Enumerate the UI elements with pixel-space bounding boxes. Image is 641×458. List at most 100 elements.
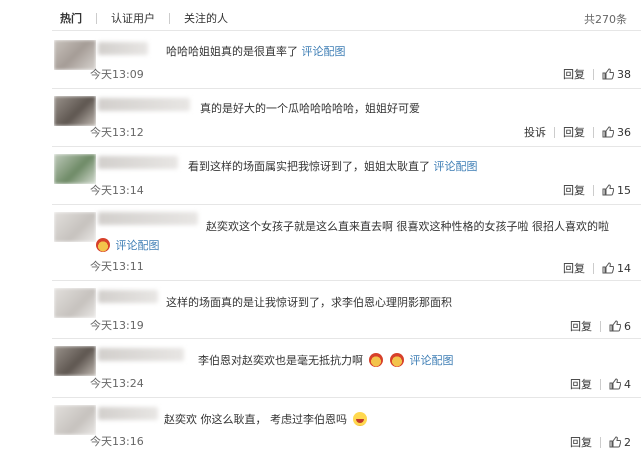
- divider: [52, 280, 641, 281]
- reply-button[interactable]: 回复: [570, 376, 592, 392]
- comment-body: 李伯恩对赵奕欢也是毫无抵抗力啊: [198, 354, 363, 367]
- action-divider: [600, 320, 601, 332]
- reply-button[interactable]: 回复: [570, 434, 592, 450]
- comment-body: 赵奕欢 你这么耿直， 考虑过李伯恩吗: [164, 413, 347, 426]
- comment-body: 哈哈哈姐姐真的是很直率了: [166, 45, 298, 58]
- comment-text: 赵奕欢这个女孩子就是这么直来直去啊 很喜欢这种性格的女孩子啦 很招人喜欢的啦: [206, 218, 609, 234]
- avatar[interactable]: [54, 154, 96, 184]
- avatar[interactable]: [54, 346, 96, 376]
- comment-item: 哈哈哈姐姐真的是很直率了 评论配图 今天13:09 回复 38: [52, 40, 641, 86]
- like-count: 6: [624, 319, 631, 333]
- comment-text: 李伯恩对赵奕欢也是毫无抵抗力啊 评论配图: [198, 352, 454, 368]
- comment-image-link[interactable]: 评论配图: [434, 160, 478, 173]
- comment-item: 真的是好大的一个瓜哈哈哈哈哈，姐姐好可爱 今天13:12 投诉 回复 36: [52, 96, 641, 144]
- comment-item: 赵奕欢这个女孩子就是这么直来直去啊 很喜欢这种性格的女孩子啦 很招人喜欢的啦 评…: [52, 210, 641, 276]
- comment-actions: 回复 6: [570, 318, 631, 334]
- action-divider: [554, 126, 555, 138]
- like-count: 38: [617, 67, 631, 81]
- reply-button[interactable]: 回复: [563, 182, 585, 198]
- thumbs-up-icon: [602, 126, 614, 138]
- action-divider: [600, 378, 601, 390]
- comment-time: 今天13:19: [90, 319, 144, 332]
- avatar[interactable]: [54, 288, 96, 318]
- action-divider: [593, 68, 594, 80]
- reply-button[interactable]: 回复: [563, 66, 585, 82]
- comment-item: 看到这样的场面属实把我惊讶到了，姐姐太耿直了 评论配图 今天13:14 回复 1…: [52, 154, 641, 200]
- comment-text: 这样的场面真的是让我惊讶到了，求李伯恩心理阴影那面积: [166, 294, 452, 310]
- comment-item: 这样的场面真的是让我惊讶到了，求李伯恩心理阴影那面积 今天13:19 回复 6: [52, 288, 641, 334]
- comment-actions: 回复 15: [563, 182, 631, 198]
- divider: [52, 88, 641, 89]
- comment-image-link[interactable]: 评论配图: [410, 354, 454, 367]
- comment-time: 今天13:12: [90, 126, 144, 139]
- action-divider: [600, 436, 601, 448]
- emoji-icon: [96, 238, 110, 252]
- thumbs-up-icon: [609, 436, 621, 448]
- comment-body: 赵奕欢这个女孩子就是这么直来直去啊 很喜欢这种性格的女孩子啦 很招人喜欢的啦: [206, 220, 609, 233]
- like-button[interactable]: 15: [602, 184, 631, 197]
- comment-actions: 回复 38: [563, 66, 631, 82]
- comment-text: 看到这样的场面属实把我惊讶到了，姐姐太耿直了 评论配图: [188, 158, 478, 174]
- reply-button[interactable]: 回复: [570, 318, 592, 334]
- comment-time: 今天13:09: [90, 68, 144, 81]
- comment-time: 今天13:24: [90, 377, 144, 390]
- username-blurred: [98, 156, 178, 169]
- comment-text-continuation: 评论配图: [94, 237, 160, 253]
- emoji-icon: [368, 353, 383, 367]
- reply-button[interactable]: 回复: [563, 260, 585, 276]
- thumbs-up-icon: [602, 184, 614, 196]
- report-button[interactable]: 投诉: [524, 124, 546, 140]
- laughing-emoji-icon: [352, 412, 367, 426]
- like-button[interactable]: 14: [602, 262, 631, 275]
- divider: [52, 204, 641, 205]
- tab-divider: [96, 12, 97, 24]
- like-button[interactable]: 6: [609, 320, 631, 333]
- comment-actions: 回复 2: [570, 434, 631, 450]
- username-blurred: [98, 407, 158, 420]
- username-blurred: [98, 290, 158, 303]
- action-divider: [593, 184, 594, 196]
- avatar[interactable]: [54, 96, 96, 126]
- emoji-icon: [390, 353, 404, 367]
- thumbs-up-icon: [602, 68, 614, 80]
- comment-body: 看到这样的场面属实把我惊讶到了，姐姐太耿直了: [188, 160, 430, 173]
- like-count: 14: [617, 261, 631, 275]
- comment-time: 今天13:11: [90, 260, 144, 273]
- like-button[interactable]: 2: [609, 436, 631, 449]
- like-count: 36: [617, 125, 631, 139]
- thumbs-up-icon: [602, 262, 614, 274]
- like-button[interactable]: 4: [609, 378, 631, 391]
- divider: [52, 146, 641, 147]
- comment-image-link[interactable]: 评论配图: [302, 45, 346, 58]
- like-count: 2: [624, 435, 631, 449]
- divider: [52, 397, 641, 398]
- comment-time: 今天13:16: [90, 435, 144, 448]
- reply-button[interactable]: 回复: [563, 124, 585, 140]
- tab-following[interactable]: 关注的人: [184, 10, 228, 26]
- tab-hot[interactable]: 热门: [60, 10, 82, 26]
- action-divider: [593, 126, 594, 138]
- comment-time: 今天13:14: [90, 184, 144, 197]
- like-button[interactable]: 38: [602, 68, 631, 81]
- username-blurred: [98, 98, 190, 111]
- comment-item: 赵奕欢 你这么耿直， 考虑过李伯恩吗 今天13:16 回复 2: [52, 405, 641, 453]
- tab-verified-users[interactable]: 认证用户: [111, 10, 155, 26]
- comment-item: 李伯恩对赵奕欢也是毫无抵抗力啊 评论配图 今天13:24 回复 4: [52, 346, 641, 394]
- comment-text: 真的是好大的一个瓜哈哈哈哈哈，姐姐好可爱: [200, 100, 420, 116]
- comment-image-link[interactable]: 评论配图: [116, 239, 160, 252]
- action-divider: [593, 262, 594, 274]
- thumbs-up-icon: [609, 378, 621, 390]
- comment-text: 赵奕欢 你这么耿直， 考虑过李伯恩吗: [164, 411, 369, 427]
- divider: [52, 30, 641, 31]
- like-button[interactable]: 36: [602, 126, 631, 139]
- comment-text: 哈哈哈姐姐真的是很直率了 评论配图: [166, 43, 346, 59]
- username-blurred: [98, 42, 148, 55]
- comment-total-count: 共270条: [584, 13, 627, 26]
- username-blurred: [98, 212, 198, 225]
- avatar[interactable]: [54, 212, 96, 242]
- comment-actions: 投诉 回复 36: [524, 124, 631, 140]
- comment-body: 这样的场面真的是让我惊讶到了，求李伯恩心理阴影那面积: [166, 296, 452, 309]
- tab-divider: [169, 12, 170, 24]
- avatar[interactable]: [54, 405, 96, 435]
- comment-body: 真的是好大的一个瓜哈哈哈哈哈，姐姐好可爱: [200, 102, 420, 115]
